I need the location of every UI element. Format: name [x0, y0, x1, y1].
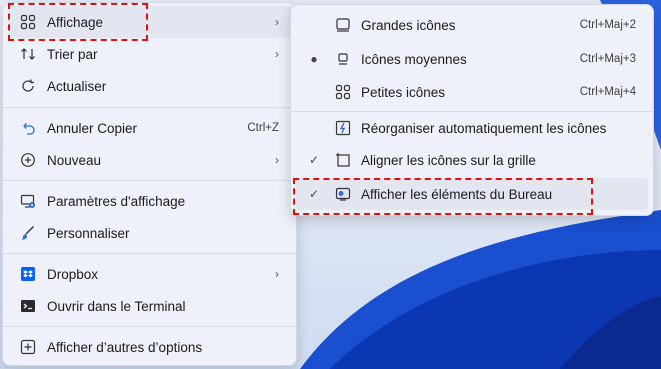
- grid-icon: [19, 13, 37, 31]
- submenu-item-label: Grandes icônes: [361, 17, 456, 33]
- menu-item-label: Annuler Copier: [47, 120, 138, 136]
- submenu-item-label: Afficher les éléments du Bureau: [361, 186, 553, 202]
- chevron-right-icon: ›: [275, 15, 279, 29]
- submenu-item-label: Réorganiser automatiquement les icônes: [361, 120, 607, 136]
- checkmark-icon: ✓: [308, 187, 320, 201]
- menu-item-actualiser[interactable]: Actualiser: [8, 70, 291, 102]
- small-icons-icon: [334, 83, 352, 101]
- menu-separator: [3, 107, 296, 108]
- menu-item-label: Actualiser: [47, 78, 107, 94]
- dropbox-icon: [19, 265, 37, 283]
- menu-item-label: Nouveau: [47, 152, 102, 168]
- shortcut-text: Ctrl+Maj+3: [579, 53, 636, 65]
- affichage-submenu: Grandes icônes Ctrl+Maj+2 ● Icônes moyen…: [290, 4, 654, 216]
- chevron-right-icon: ›: [275, 153, 279, 167]
- menu-separator: [3, 326, 296, 327]
- shortcut-text: Ctrl+Z: [247, 122, 279, 134]
- menu-item-trier-par[interactable]: Trier par ›: [8, 38, 291, 70]
- menu-item-affichage[interactable]: Affichage ›: [8, 6, 291, 38]
- more-options-icon: [19, 338, 37, 356]
- shortcut-text: Ctrl+Maj+2: [579, 19, 636, 31]
- submenu-item-label: Icônes moyennes: [361, 51, 467, 67]
- undo-icon: [19, 119, 37, 137]
- menu-item-label: Paramètres d'affichage: [47, 193, 186, 209]
- menu-item-autres-options[interactable]: Afficher d’autres d’options: [8, 331, 291, 363]
- menu-item-ouvrir-terminal[interactable]: Ouvrir dans le Terminal: [8, 290, 291, 322]
- radio-dot-icon: ●: [310, 52, 318, 66]
- menu-item-nouveau[interactable]: Nouveau ›: [8, 144, 291, 176]
- submenu-item-afficher-elements-bureau[interactable]: ✓ Afficher les éléments du Bureau: [296, 178, 648, 210]
- shortcut-text: Ctrl+Maj+4: [579, 86, 636, 98]
- display-settings-icon: [19, 192, 37, 210]
- menu-item-label: Personnaliser: [47, 225, 130, 241]
- auto-arrange-icon: [334, 119, 352, 137]
- submenu-item-grandes-icones[interactable]: Grandes icônes Ctrl+Maj+2: [296, 9, 648, 41]
- new-icon: [19, 151, 37, 169]
- menu-separator: [3, 253, 296, 254]
- show-desktop-icons-icon: [334, 185, 352, 203]
- sort-icon: [19, 45, 37, 63]
- desktop-context-menu: Affichage › Trier par › Actualiser Annul…: [2, 2, 297, 366]
- terminal-icon: [19, 297, 37, 315]
- menu-item-label: Dropbox: [47, 266, 99, 282]
- medium-icons-icon: [334, 50, 352, 68]
- submenu-item-icones-moyennes[interactable]: ● Icônes moyennes Ctrl+Maj+3: [296, 43, 648, 75]
- chevron-right-icon: ›: [275, 267, 279, 281]
- refresh-icon: [19, 77, 37, 95]
- menu-item-label: Ouvrir dans le Terminal: [47, 298, 186, 314]
- brush-icon: [19, 224, 37, 242]
- checkmark-icon: ✓: [308, 153, 320, 167]
- menu-item-label: Trier par: [47, 46, 98, 62]
- align-grid-icon: [334, 151, 352, 169]
- menu-item-annuler-copier[interactable]: Annuler Copier Ctrl+Z: [8, 112, 291, 144]
- submenu-item-aligner-grille[interactable]: ✓ Aligner les icônes sur la grille: [296, 144, 648, 176]
- large-icons-icon: [334, 16, 352, 34]
- submenu-item-label: Aligner les icônes sur la grille: [361, 152, 536, 168]
- submenu-item-label: Petites icônes: [361, 84, 446, 100]
- chevron-right-icon: ›: [275, 47, 279, 61]
- menu-item-label: Afficher d’autres d’options: [47, 339, 203, 355]
- submenu-item-reorganiser[interactable]: Réorganiser automatiquement les icônes: [296, 112, 648, 144]
- menu-item-dropbox[interactable]: Dropbox ›: [8, 258, 291, 290]
- menu-item-label: Affichage: [47, 14, 104, 30]
- menu-separator: [3, 180, 296, 181]
- submenu-item-petites-icones[interactable]: Petites icônes Ctrl+Maj+4: [296, 76, 648, 108]
- menu-item-personnaliser[interactable]: Personnaliser: [8, 217, 291, 249]
- menu-item-parametres-affichage[interactable]: Paramètres d'affichage: [8, 185, 291, 217]
